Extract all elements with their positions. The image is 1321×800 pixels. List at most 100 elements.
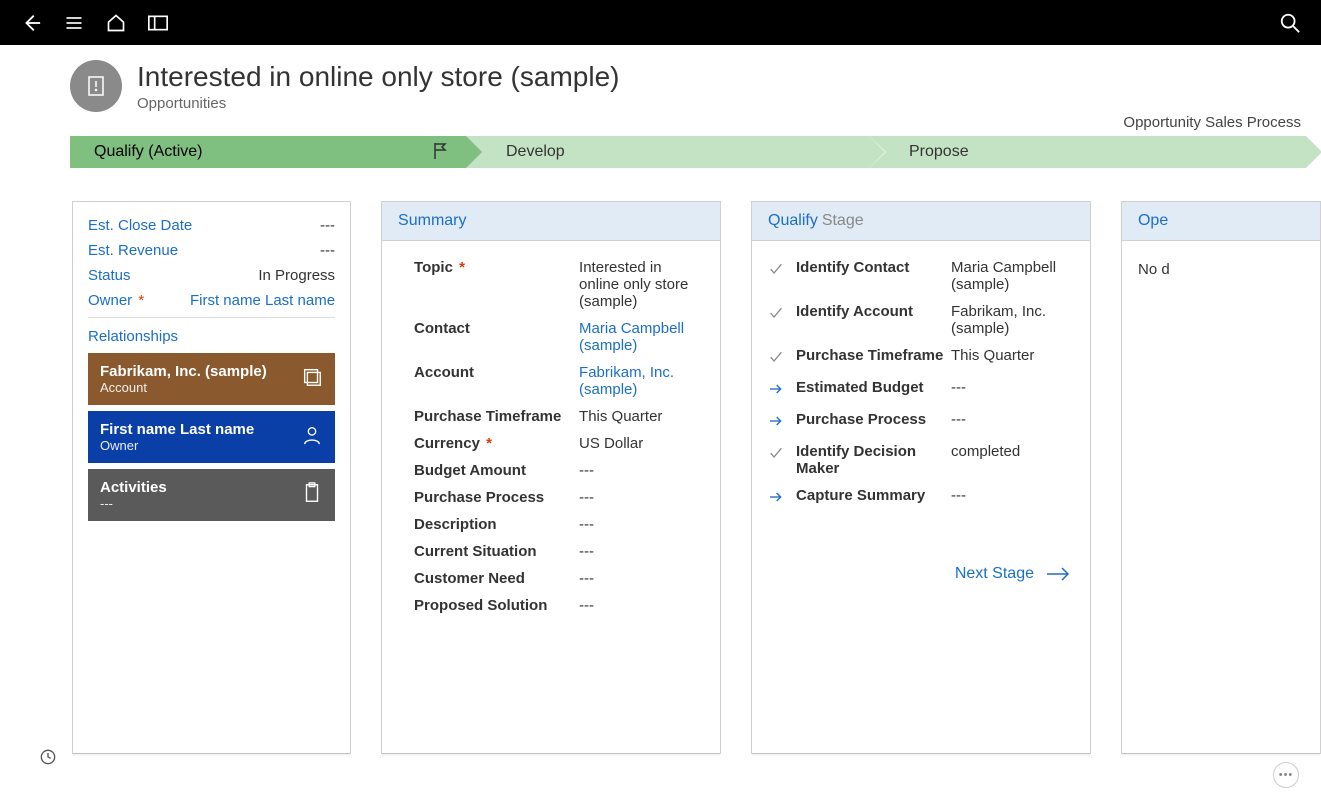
qualify-label: Capture Summary <box>796 487 951 504</box>
arrow-right-icon <box>768 411 796 433</box>
summary-row[interactable]: Description--- <box>414 516 704 533</box>
qualify-row[interactable]: Purchase TimeframeThis Quarter <box>768 347 1074 369</box>
page-subtitle[interactable]: Opportunities <box>137 95 619 112</box>
summary-value: This Quarter <box>579 408 662 425</box>
summary-value[interactable]: Maria Campbell (sample) <box>579 320 704 354</box>
summary-label: Customer Need <box>414 570 579 587</box>
arrow-right-icon <box>768 487 796 509</box>
qualify-value[interactable]: Fabrikam, Inc. (sample) <box>951 303 1074 337</box>
summary-value[interactable]: Fabrikam, Inc. (sample) <box>579 364 704 398</box>
summary-label: Current Situation <box>414 543 579 560</box>
summary-row[interactable]: Purchase TimeframeThis Quarter <box>414 408 704 425</box>
summary-row[interactable]: ContactMaria Campbell (sample) <box>414 320 704 354</box>
summary-row[interactable]: Budget Amount--- <box>414 462 704 479</box>
open-body: No d <box>1122 241 1320 298</box>
qualify-row[interactable]: Capture Summary--- <box>768 487 1074 509</box>
top-bar <box>0 0 1321 45</box>
stage-qualify[interactable]: Qualify (Active) <box>70 136 466 168</box>
next-stage-label: Next Stage <box>955 565 1034 583</box>
summary-value: US Dollar <box>579 435 643 452</box>
menu-icon[interactable] <box>64 13 84 33</box>
summary-row[interactable]: Customer Need--- <box>414 570 704 587</box>
flag-icon <box>432 142 448 165</box>
relationship-title: Fabrikam, Inc. (sample) <box>100 363 267 380</box>
record-type-icon <box>70 60 122 112</box>
stage-label: Propose <box>909 143 969 161</box>
summary-value: --- <box>579 462 594 479</box>
detail-side-card: Est. Close Date--- Est. Revenue--- StatusI… <box>72 201 351 754</box>
qualify-label: Purchase Process <box>796 411 951 428</box>
qualify-value: --- <box>951 411 966 428</box>
open-card: Ope No d <box>1121 201 1321 754</box>
stage-label: Develop <box>506 143 565 161</box>
stage-develop[interactable]: Develop <box>466 136 869 168</box>
summary-label: Purchase Timeframe <box>414 408 579 425</box>
stage-propose[interactable]: Propose <box>869 136 1306 168</box>
summary-label: Purchase Process <box>414 489 579 506</box>
qualify-label: Identify Decision Maker <box>796 443 951 477</box>
summary-row[interactable]: Proposed Solution--- <box>414 597 704 614</box>
stage-label: Qualify (Active) <box>94 143 202 161</box>
side-field-label: Est. Close Date <box>88 217 192 234</box>
qualify-stage-card: QualifyStage Identify ContactMaria Campb… <box>751 201 1091 754</box>
clipboard-icon <box>301 482 323 509</box>
relationship-card[interactable]: Activities--- <box>88 469 335 521</box>
open-header: Ope <box>1122 202 1320 241</box>
qualify-value[interactable]: Maria Campbell (sample) <box>951 259 1074 293</box>
page-header: Interested in online only store (sample)… <box>0 45 1321 122</box>
summary-row[interactable]: AccountFabrikam, Inc. (sample) <box>414 364 704 398</box>
summary-card: Summary Topic *Interested in online only… <box>381 201 721 754</box>
qualify-row[interactable]: Identify ContactMaria Campbell (sample) <box>768 259 1074 293</box>
process-stages: Qualify (Active) Develop Propose <box>70 136 1306 168</box>
side-field-row[interactable]: Est. Revenue--- <box>88 242 335 259</box>
page-title: Interested in online only store (sample) <box>137 61 619 93</box>
check-icon <box>768 347 796 369</box>
relationship-card[interactable]: First name Last nameOwner <box>88 411 335 463</box>
qualify-row[interactable]: Identify AccountFabrikam, Inc. (sample) <box>768 303 1074 337</box>
stack-icon <box>301 366 323 393</box>
summary-label: Budget Amount <box>414 462 579 479</box>
clock-icon[interactable] <box>40 749 56 770</box>
side-field-row[interactable]: Est. Close Date--- <box>88 217 335 234</box>
next-stage-button[interactable]: Next Stage <box>752 535 1090 583</box>
side-field-value[interactable]: First name Last name <box>190 292 335 309</box>
side-field-row[interactable]: Owner *First name Last name <box>88 292 335 309</box>
person-icon <box>301 424 323 451</box>
search-icon[interactable] <box>1279 12 1301 34</box>
summary-value: --- <box>579 543 594 560</box>
summary-value: --- <box>579 516 594 533</box>
qualify-row[interactable]: Identify Decision Makercompleted <box>768 443 1074 477</box>
qualify-value: completed <box>951 443 1020 460</box>
summary-row[interactable]: Current Situation--- <box>414 543 704 560</box>
more-icon[interactable]: ••• <box>1273 762 1299 788</box>
summary-row[interactable]: Topic *Interested in online only store (… <box>414 259 704 310</box>
summary-value: --- <box>579 597 594 614</box>
summary-label: Proposed Solution <box>414 597 579 614</box>
summary-row[interactable]: Purchase Process--- <box>414 489 704 506</box>
back-icon[interactable] <box>20 12 42 34</box>
panel-icon[interactable] <box>148 15 168 31</box>
summary-row[interactable]: Currency *US Dollar <box>414 435 704 452</box>
qualify-label: Purchase Timeframe <box>796 347 951 364</box>
qualify-header: QualifyStage <box>752 202 1090 241</box>
summary-label: Topic * <box>414 259 579 276</box>
summary-value: --- <box>579 570 594 587</box>
side-field-value: In Progress <box>258 267 335 284</box>
qualify-value: This Quarter <box>951 347 1034 364</box>
qualify-title: Qualify <box>768 212 818 229</box>
qualify-label: Identify Account <box>796 303 951 320</box>
summary-label: Account <box>414 364 579 381</box>
process-name: Opportunity Sales Process <box>0 114 1321 131</box>
summary-header: Summary <box>382 202 720 241</box>
qualify-label: Identify Contact <box>796 259 951 276</box>
qualify-row[interactable]: Purchase Process--- <box>768 411 1074 433</box>
relationship-card[interactable]: Fabrikam, Inc. (sample)Account <box>88 353 335 405</box>
qualify-row[interactable]: Estimated Budget--- <box>768 379 1074 401</box>
check-icon <box>768 303 796 325</box>
stage-word: Stage <box>822 212 864 229</box>
qualify-value: --- <box>951 379 966 396</box>
home-icon[interactable] <box>106 13 126 33</box>
relationship-title: First name Last name <box>100 421 254 438</box>
qualify-label: Estimated Budget <box>796 379 951 396</box>
side-field-row[interactable]: StatusIn Progress <box>88 267 335 284</box>
